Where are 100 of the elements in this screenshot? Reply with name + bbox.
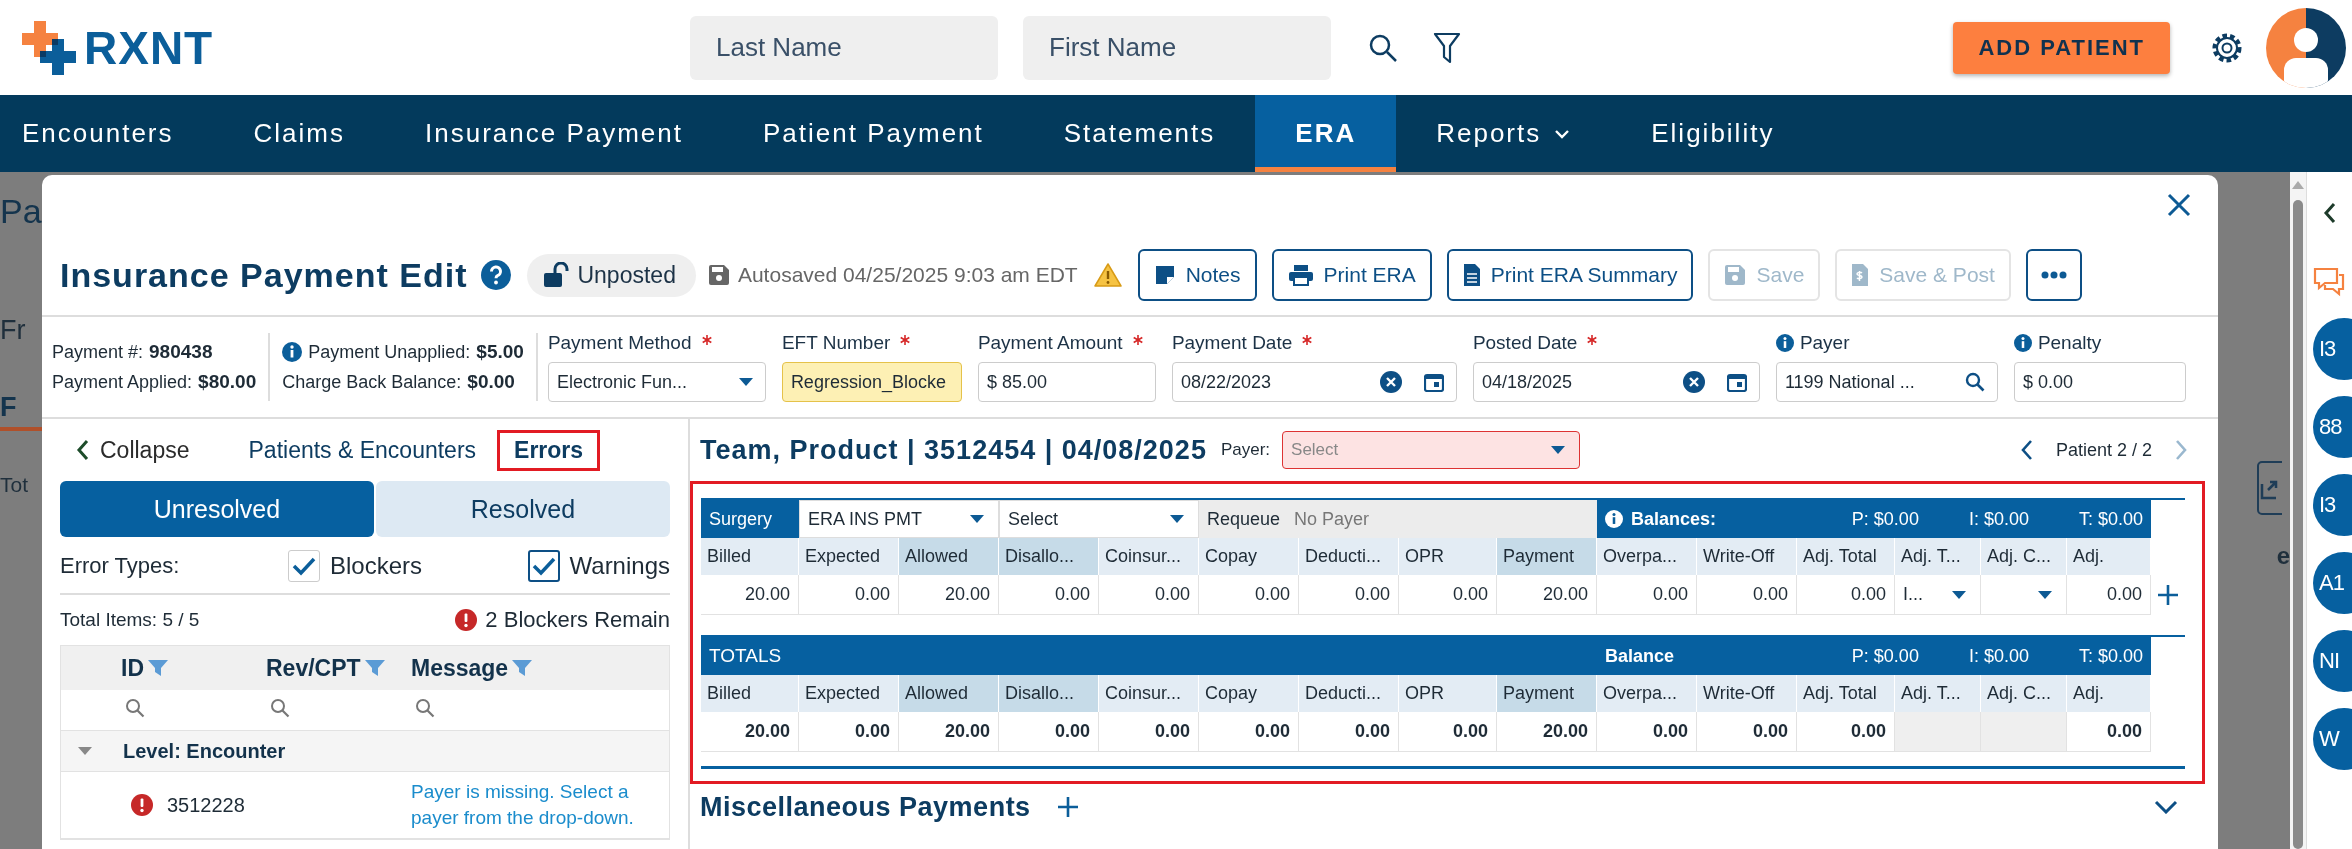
nav-tab[interactable]: Eligibility <box>1611 95 1815 172</box>
column-header: OPR <box>1399 538 1497 575</box>
user-badge[interactable]: I3 <box>2313 318 2352 380</box>
add-icon[interactable] <box>1056 796 1079 818</box>
summary-value: $5.00 <box>476 341 524 363</box>
date-field[interactable]: 04/18/2025 <box>1472 362 1760 402</box>
action-button[interactable]: Print ERA Summary <box>1446 249 1694 301</box>
chevron-left-icon <box>76 439 90 461</box>
amount-field[interactable]: 0.00 <box>1399 575 1497 615</box>
panel-tab[interactable]: Errors <box>497 429 601 471</box>
save-icon <box>707 264 730 286</box>
amount-field[interactable]: 0.00 <box>1199 575 1299 615</box>
close-icon[interactable] <box>2167 193 2191 217</box>
code-dropdown[interactable]: I... <box>1895 575 1981 615</box>
nav-tab[interactable]: Insurance Payment <box>385 95 723 172</box>
user-badge[interactable]: A1 <box>2313 552 2352 614</box>
search-field[interactable]: First Name <box>1023 15 1331 80</box>
requeue-value: No Payer <box>1294 508 1370 530</box>
select-dropdown[interactable]: Select <box>999 500 1199 538</box>
table-cell: 0.00 <box>799 712 899 752</box>
column-header: Overpa... <box>1597 675 1697 712</box>
input-field[interactable]: 1199 National ... <box>1775 362 1998 402</box>
calendar-icon[interactable] <box>1726 372 1747 392</box>
nav-tab[interactable]: Encounters <box>0 95 214 172</box>
caret-icon <box>77 746 93 756</box>
add-icon[interactable] <box>2157 584 2179 606</box>
avatar-icon[interactable] <box>2266 7 2346 88</box>
column-header: Copay <box>1199 675 1299 712</box>
column-header: Deducti... <box>1299 538 1399 575</box>
amount-field[interactable]: 0.00 <box>1099 575 1199 615</box>
amount-field[interactable]: 0.00 <box>2067 575 2151 615</box>
amount-field[interactable]: 20.00 <box>701 575 799 615</box>
amount-field[interactable]: 0.00 <box>1597 575 1697 615</box>
amount-field[interactable]: 0.00 <box>999 575 1099 615</box>
column-header: Expected <box>799 538 899 575</box>
add-patient-button[interactable]: ADD PATIENT <box>1953 21 2170 74</box>
save-icon <box>1724 264 1747 286</box>
nav-tab[interactable]: Claims <box>213 95 385 172</box>
panel-tab[interactable]: Patients & Encounters <box>231 429 494 471</box>
calendar-icon[interactable] <box>1423 372 1444 392</box>
input-field[interactable]: $ 0.00 <box>2013 362 2186 402</box>
amount-field[interactable]: 0.00 <box>799 575 899 615</box>
user-badge[interactable]: W <box>2313 708 2352 770</box>
clear-icon[interactable] <box>1379 371 1402 393</box>
clear-icon[interactable] <box>1682 371 1705 393</box>
column-header: Rev/CPT <box>266 654 361 682</box>
brand-name: RXNT <box>84 20 214 75</box>
summary-label: Payment Applied: <box>52 371 193 393</box>
adjustment-dropdown[interactable]: ERA INS PMT <box>799 500 999 538</box>
previous-icon[interactable] <box>2019 439 2034 461</box>
column-header: Payment <box>1497 675 1597 712</box>
user-badge[interactable]: I3 <box>2313 474 2352 536</box>
dropdown-field[interactable]: Electronic Fun... <box>547 362 766 402</box>
search-field[interactable]: Last Name <box>690 15 998 80</box>
modal-title: Insurance Payment Edit <box>60 255 468 295</box>
nav-tab[interactable]: Reports <box>1396 95 1612 172</box>
scrollbar-thumb[interactable] <box>2293 200 2303 849</box>
amount-field[interactable]: 0.00 <box>1299 575 1399 615</box>
balance-value: T: $0.00 <box>2078 645 2143 667</box>
chevron-down-icon[interactable] <box>2154 800 2178 814</box>
caret-icon <box>2038 590 2052 599</box>
action-button[interactable]: Notes <box>1137 249 1257 301</box>
segment-button[interactable]: Unresolved <box>60 481 374 537</box>
page-title: Pa <box>0 192 42 231</box>
group-row[interactable]: Level: Encounter <box>61 731 669 772</box>
amount-field[interactable]: 0.00 <box>1797 575 1895 615</box>
action-button[interactable]: Print ERA <box>1271 249 1432 301</box>
column-header: Adj. <box>2067 675 2151 712</box>
field-label: Posted Date <box>1472 332 1578 354</box>
column-header: Adj. <box>2067 538 2151 575</box>
caret-icon[interactable] <box>1553 127 1572 140</box>
chevron-left-icon[interactable] <box>2323 202 2337 224</box>
check-icon <box>292 556 316 576</box>
amount-field[interactable]: 0.00 <box>1697 575 1797 615</box>
search-icon[interactable] <box>1368 32 1398 63</box>
collapse-button[interactable]: Collapse <box>70 435 196 465</box>
search-icon[interactable] <box>1964 372 1985 392</box>
summary-value: 980438 <box>149 341 213 363</box>
column-header: Disallo... <box>999 675 1099 712</box>
amount-field[interactable]: 20.00 <box>899 575 999 615</box>
checkbox[interactable] <box>527 550 560 582</box>
input-field[interactable]: $ 85.00 <box>977 362 1156 402</box>
status-pill: Unposted <box>527 253 696 297</box>
segment-button[interactable]: Resolved <box>375 481 670 537</box>
user-badge[interactable]: 88 <box>2313 396 2352 458</box>
filter-icon[interactable] <box>1433 31 1461 64</box>
info-icon <box>1605 510 1623 528</box>
nav-tab[interactable]: Statements <box>1023 95 1256 172</box>
nav-tab[interactable]: Patient Payment <box>723 95 1024 172</box>
user-badge[interactable]: NI <box>2313 630 2352 692</box>
chat-icon[interactable] <box>2313 266 2345 298</box>
help-icon[interactable] <box>481 260 512 290</box>
date-field[interactable]: 08/22/2023 <box>1171 362 1457 402</box>
nav-tab[interactable]: ERA <box>1255 95 1397 172</box>
input-field[interactable]: Regression_Blocke <box>781 362 962 402</box>
error-message-link[interactable]: Payer is missing. Select a payer from the drop-down. <box>411 779 669 831</box>
more-button[interactable] <box>2025 249 2082 301</box>
column-header: Disallo... <box>999 538 1099 575</box>
amount-field[interactable]: 20.00 <box>1497 575 1597 615</box>
info-icon <box>282 342 303 362</box>
